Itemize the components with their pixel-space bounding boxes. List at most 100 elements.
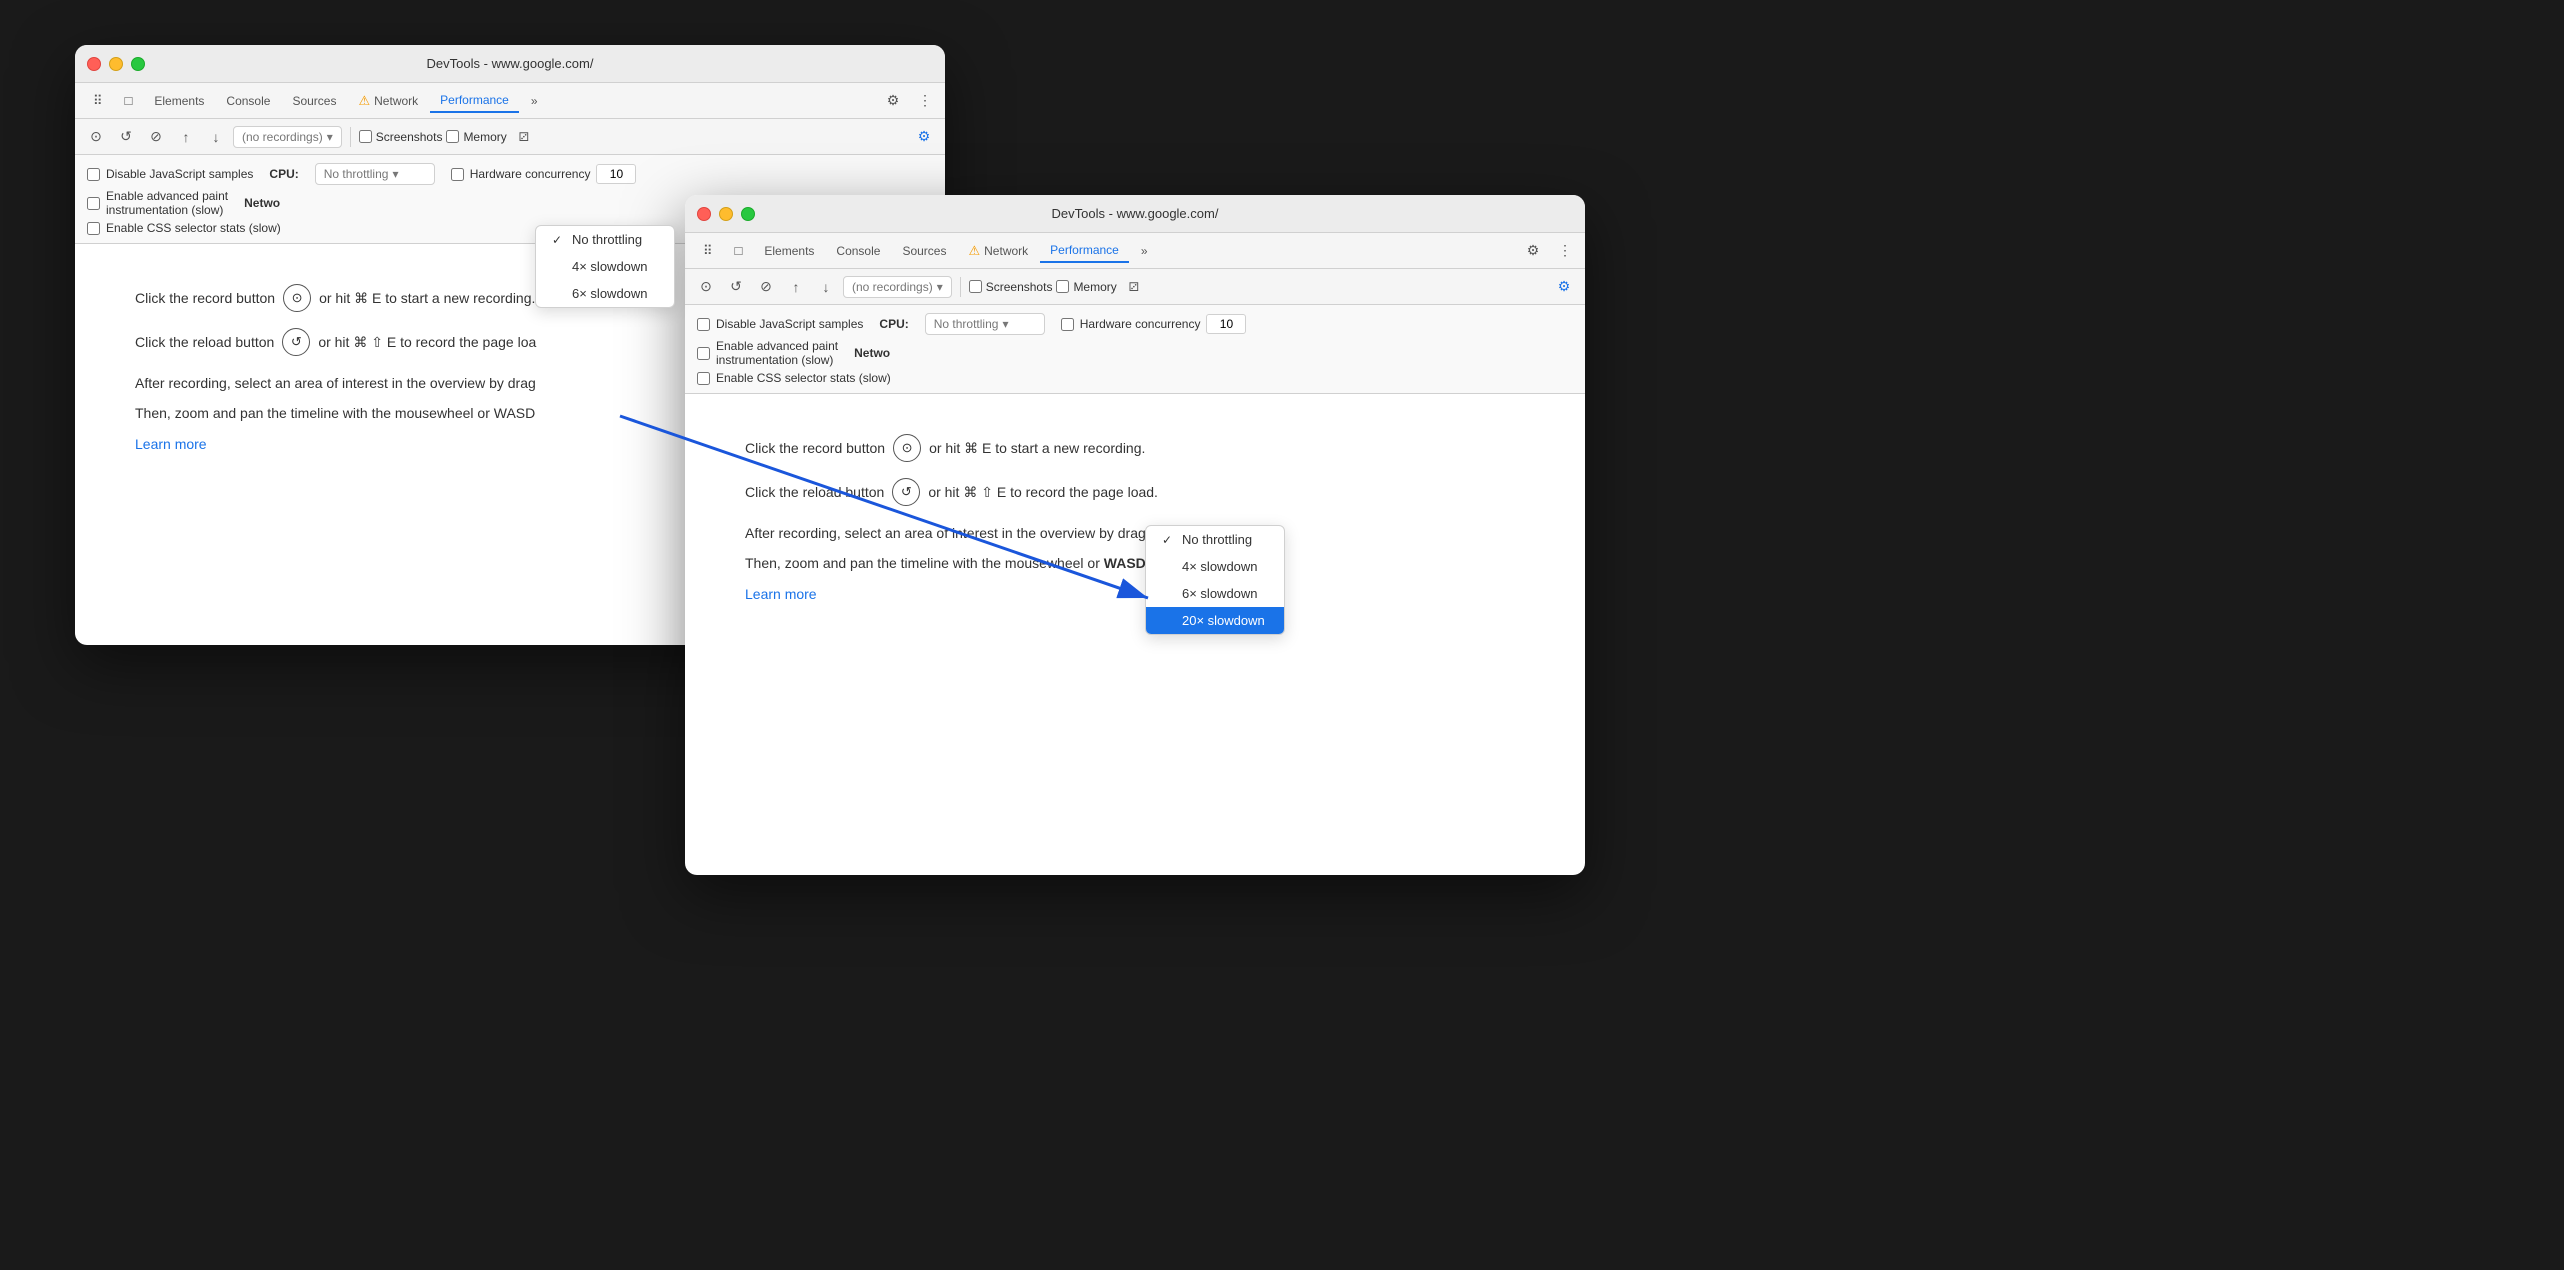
network-warning-icon-1: ⚠ (358, 93, 370, 109)
cpu-value-2: No throttling (934, 317, 999, 331)
advanced-paint-option-2[interactable]: Enable advanced paintinstrumentation (sl… (697, 339, 838, 367)
advanced-paint-option-1[interactable]: Enable advanced paintinstrumentation (sl… (87, 189, 228, 217)
options-row3-2: Enable CSS selector stats (slow) (697, 371, 1573, 385)
recordings-dropdown-2[interactable]: (no recordings) ▾ (843, 276, 952, 298)
clear-btn-2[interactable]: ⊘ (753, 274, 779, 300)
close-button-1[interactable] (87, 57, 101, 71)
dropdown-item-6x-1[interactable]: 6× slowdown (536, 280, 674, 307)
hw-concurrency-1[interactable]: Hardware concurrency (451, 164, 637, 184)
cpu-dropdown-menu-2: ✓ No throttling 4× slowdown 6× slowdown … (1145, 525, 1285, 635)
reload-inline-btn-1: ↺ (282, 328, 310, 356)
tab-device-2[interactable]: □ (725, 239, 753, 262)
settings-icon-2[interactable]: ⚙ (1521, 239, 1545, 263)
more-icon-1[interactable]: ⋮ (913, 89, 937, 113)
upload-btn-2[interactable]: ↑ (783, 274, 809, 300)
recordings-label-1: (no recordings) (242, 130, 323, 144)
tab-console-2[interactable]: Console (826, 240, 890, 262)
tab-network-2[interactable]: ⚠ Network (958, 239, 1038, 263)
record-btn-1[interactable]: ⊙ (83, 124, 109, 150)
tab-elements-2[interactable]: Elements (754, 240, 824, 262)
dropdown-item-4x-2[interactable]: 4× slowdown (1146, 553, 1284, 580)
dropdown-item-20x-2[interactable]: 20× slowdown (1146, 607, 1284, 634)
traffic-lights-1 (87, 57, 145, 71)
clear-btn-1[interactable]: ⊘ (143, 124, 169, 150)
record-inline-btn-2: ⊙ (893, 434, 921, 462)
dropdown-item-no-throttling-1[interactable]: ✓ No throttling (536, 226, 674, 253)
maximize-button-1[interactable] (131, 57, 145, 71)
memory-checkbox-1[interactable]: Memory (446, 130, 506, 144)
disable-js-option-1[interactable]: Disable JavaScript samples (87, 167, 253, 181)
record-btn-2[interactable]: ⊙ (693, 274, 719, 300)
dropdown-item-no-throttling-2[interactable]: ✓ No throttling (1146, 526, 1284, 553)
paragraph2-2: Then, zoom and pan the timeline with the… (745, 552, 1525, 574)
cpu-dropdown-1[interactable]: No throttling ▾ (315, 163, 435, 185)
reload-inline-btn-2: ↺ (892, 478, 920, 506)
tab-sources-1[interactable]: Sources (282, 90, 346, 112)
cpu-dropdown-menu-1: ✓ No throttling 4× slowdown 6× slowdown (535, 225, 675, 308)
tab-more-2[interactable]: » (1131, 240, 1158, 262)
minimize-button-1[interactable] (109, 57, 123, 71)
toolbar-sep-1 (350, 127, 351, 147)
checkmark-icon-2: ✓ (1162, 533, 1176, 547)
record-inline-btn-1: ⊙ (283, 284, 311, 312)
dropdown-item-4x-1[interactable]: 4× slowdown (536, 253, 674, 280)
tab-sources-2[interactable]: Sources (892, 240, 956, 262)
dropdown-item-6x-2[interactable]: 6× slowdown (1146, 580, 1284, 607)
toolbar-2: ⊙ ↺ ⊘ ↑ ↓ (no recordings) ▾ Screenshots … (685, 269, 1585, 305)
recordings-dropdown-1[interactable]: (no recordings) ▾ (233, 126, 342, 148)
window-title-2: DevTools - www.google.com/ (1052, 206, 1219, 221)
cpu-dropdown-2[interactable]: No throttling ▾ (925, 313, 1045, 335)
record-instruction-2: Click the record button ⊙ or hit ⌘ E to … (745, 434, 1525, 462)
tab-bar-2: ⠿ □ Elements Console Sources ⚠ Network P… (685, 233, 1585, 269)
options-row2-2: Enable advanced paintinstrumentation (sl… (697, 339, 1573, 367)
tab-performance-1[interactable]: Performance (430, 89, 519, 113)
record-text-1: Click the record button (135, 287, 275, 309)
css-selector-option-1[interactable]: Enable CSS selector stats (slow) (87, 221, 281, 235)
tab-more-1[interactable]: » (521, 90, 548, 112)
hw-concurrency-2[interactable]: Hardware concurrency (1061, 314, 1247, 334)
tab-performance-2[interactable]: Performance (1040, 239, 1129, 263)
options-row1-2: Disable JavaScript samples CPU: No throt… (697, 313, 1573, 335)
memory-icon-2: ⚂ (1121, 274, 1147, 300)
recordings-label-2: (no recordings) (852, 280, 933, 294)
download-btn-1[interactable]: ↓ (203, 124, 229, 150)
learn-more-link-1[interactable]: Learn more (135, 436, 207, 452)
reload-btn-1[interactable]: ↺ (113, 124, 139, 150)
settings-icon-1[interactable]: ⚙ (881, 89, 905, 113)
css-selector-option-2[interactable]: Enable CSS selector stats (slow) (697, 371, 891, 385)
tab-network-1[interactable]: ⚠ Network (348, 89, 428, 113)
window-title-1: DevTools - www.google.com/ (427, 56, 594, 71)
disable-js-option-2[interactable]: Disable JavaScript samples (697, 317, 863, 331)
paragraph1-2: After recording, select an area of inter… (745, 522, 1525, 544)
tab-console-1[interactable]: Console (216, 90, 280, 112)
screenshots-checkbox-1[interactable]: Screenshots (359, 130, 443, 144)
gear-icon-2[interactable]: ⚙ (1551, 274, 1577, 300)
dropdown-arrow-2: ▾ (937, 280, 943, 294)
upload-btn-1[interactable]: ↑ (173, 124, 199, 150)
settings-gear-2[interactable]: ⚙ (1551, 274, 1577, 300)
tab-inspector-2[interactable]: ⠿ (693, 239, 723, 263)
minimize-button-2[interactable] (719, 207, 733, 221)
titlebar-1: DevTools - www.google.com/ (75, 45, 945, 83)
network-warning-icon-2: ⚠ (968, 243, 980, 259)
main-content-2: Click the record button ⊙ or hit ⌘ E to … (685, 394, 1585, 645)
tab-inspector-1[interactable]: ⠿ (83, 89, 113, 113)
learn-more-link-2[interactable]: Learn more (745, 586, 817, 602)
close-button-2[interactable] (697, 207, 711, 221)
checkmark-icon-1: ✓ (552, 233, 566, 247)
reload-btn-2[interactable]: ↺ (723, 274, 749, 300)
tab-elements-1[interactable]: Elements (144, 90, 214, 112)
titlebar-2: DevTools - www.google.com/ (685, 195, 1585, 233)
record-text-2: Click the record button (745, 437, 885, 459)
dropdown-arrow-1: ▾ (327, 130, 333, 144)
screenshots-checkbox-2[interactable]: Screenshots (969, 280, 1053, 294)
gear-icon-1[interactable]: ⚙ (911, 124, 937, 150)
network-label-1: Netwo (244, 196, 280, 210)
more-icon-2[interactable]: ⋮ (1553, 239, 1577, 263)
settings-gear-1[interactable]: ⚙ (911, 124, 937, 150)
maximize-button-2[interactable] (741, 207, 755, 221)
tab-device-1[interactable]: □ (115, 89, 143, 112)
memory-checkbox-2[interactable]: Memory (1056, 280, 1116, 294)
download-btn-2[interactable]: ↓ (813, 274, 839, 300)
options-row1-1: Disable JavaScript samples CPU: No throt… (87, 163, 933, 185)
